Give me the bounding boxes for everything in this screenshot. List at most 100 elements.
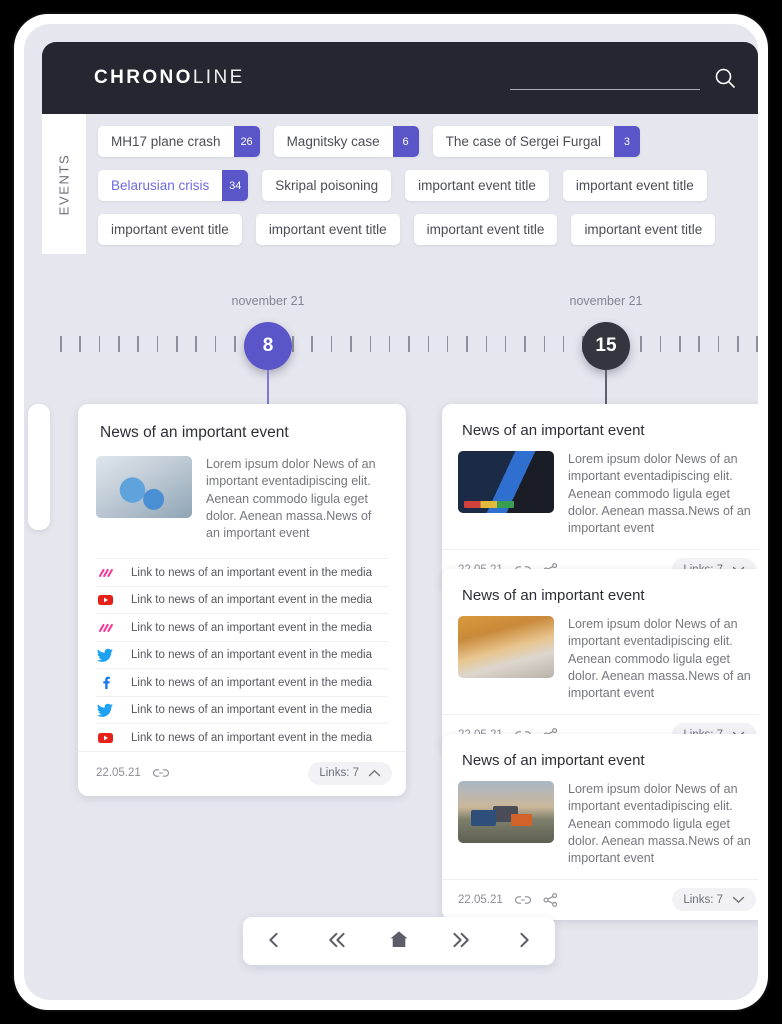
next-button[interactable] (502, 921, 546, 961)
card-thumbnail (458, 781, 554, 843)
event-tag-label: important event title (268, 222, 387, 237)
event-tag[interactable]: important event title (413, 214, 558, 245)
card-description: Lorem ipsum dolor News of an important e… (206, 457, 376, 540)
peek-card-left[interactable] (28, 404, 50, 530)
card-body: Lorem ipsum dolor News of an important e… (442, 451, 758, 549)
search-area (510, 66, 736, 90)
event-tag[interactable]: important event title (255, 214, 400, 245)
youtube-icon (96, 730, 115, 746)
timeline-tick (466, 336, 468, 352)
fast-next-button[interactable] (439, 921, 483, 961)
timeline-tick (79, 336, 81, 352)
media-link-label: Link to news of an important event in th… (131, 594, 373, 606)
event-card[interactable]: News of an important event Lorem ipsum do… (442, 569, 758, 756)
media-link-row[interactable]: Link to news of an important event in th… (96, 613, 388, 641)
timeline-tick (737, 336, 739, 352)
media-link-row[interactable]: Link to news of an important event in th… (96, 640, 388, 669)
timeline-tick (98, 336, 101, 352)
marker-date-label: november 21 (231, 294, 305, 308)
app-logo: CHRONOLINE (94, 67, 245, 89)
home-icon (388, 929, 410, 953)
media-link-label: Link to news of an important event in th… (131, 621, 373, 634)
card-footer: 22.05.21 Links: 7 (442, 879, 758, 920)
youtube-icon (96, 592, 115, 608)
links-toggle-chip[interactable]: Links: 7 (672, 888, 756, 912)
home-button[interactable] (377, 921, 421, 961)
media-links-list: Link to news of an important event in th… (78, 558, 406, 751)
event-tag-label: Skripal poisoning (275, 178, 379, 193)
timeline-tick (446, 336, 449, 352)
card-title: News of an important event (462, 422, 645, 439)
search-input[interactable] (510, 66, 700, 90)
media-link-row[interactable]: Link to news of an important event in th… (96, 668, 388, 696)
timeline-marker[interactable]: 8 (244, 322, 292, 370)
twitter-icon (96, 647, 115, 663)
event-tag[interactable]: important event title (571, 214, 716, 245)
event-tag-count: 6 (392, 126, 419, 157)
event-tag[interactable]: The case of Sergei Furgal 3 (432, 126, 640, 157)
links-count-label: Links: 7 (683, 893, 723, 906)
event-tag[interactable]: important event title (98, 214, 242, 245)
event-tag[interactable]: Belarusian crisis 34 (98, 170, 249, 201)
previous-button[interactable] (252, 921, 296, 961)
link-icon (152, 769, 169, 778)
event-tag-label: important event title (418, 178, 536, 193)
media-link-row[interactable]: Link to news of an important event in th… (96, 695, 388, 724)
links-toggle-chip[interactable]: Links: 7 (308, 761, 392, 785)
card-thumbnail (458, 451, 554, 513)
device-frame: CHRONOLINE EVENTS MH17 plane crash 26 Magn… (14, 14, 768, 1010)
timeline-tick (485, 336, 488, 352)
event-tag[interactable]: Skripal poisoning (262, 170, 392, 201)
event-tag[interactable]: important event title (562, 170, 707, 201)
media-link-label: Link to news of an important event in th… (131, 704, 373, 716)
event-card[interactable]: News of an important event Lorem ipsum do… (442, 734, 758, 921)
timeline-tick (330, 336, 333, 352)
app-screen: CHRONOLINE EVENTS MH17 plane crash 26 Magn… (24, 24, 758, 1000)
media-link-row[interactable]: Link to news of an important event in th… (96, 558, 388, 586)
card-description: Lorem ipsum dolor News of an important e… (568, 782, 751, 865)
event-tag-label: Magnitsky case (286, 134, 380, 149)
media-link-row[interactable]: Link to news of an important event in th… (96, 723, 388, 751)
media-link-label: Link to news of an important event in th… (131, 649, 373, 661)
timeline-tick (60, 336, 62, 352)
share-button[interactable] (543, 892, 558, 907)
card-body: Lorem ipsum dolor News of an important e… (78, 456, 406, 558)
event-tag-label: MH17 plane crash (111, 134, 221, 149)
card-title: News of an important event (462, 587, 645, 604)
card-title: News of an important event (462, 752, 645, 769)
marker-day: 15 (595, 335, 617, 356)
meduza-icon (96, 565, 115, 581)
event-tag[interactable]: important event title (405, 170, 549, 201)
copy-link-button[interactable] (152, 766, 169, 780)
marker-day: 8 (262, 335, 274, 356)
event-tag-label: important event title (111, 222, 229, 237)
event-tag-label: important event title (584, 222, 703, 237)
timeline-marker[interactable]: 15 (582, 322, 630, 370)
timeline-tick (679, 336, 681, 352)
search-icon (715, 68, 735, 88)
event-card[interactable]: News of an important event Lorem ipsum do… (442, 404, 758, 591)
timeline-tick (543, 336, 546, 352)
timeline-tick (195, 336, 197, 352)
event-tag[interactable]: MH17 plane crash 26 (98, 126, 260, 157)
event-tag-label: important event title (426, 222, 545, 237)
double-chevron-left-icon (325, 930, 349, 953)
cards-area: News of an important event Lorem ipsum d… (28, 394, 758, 921)
timeline-tick (214, 336, 217, 352)
timeline-tick (562, 336, 565, 352)
main-event-card[interactable]: News of an important event Lorem ipsum d… (78, 404, 406, 796)
event-tag[interactable]: Magnitsky case 6 (273, 126, 419, 157)
card-footer: 22.05.21 Links: 7 (78, 750, 406, 796)
timeline-tick (524, 336, 526, 352)
chevron-left-icon (264, 930, 284, 953)
event-tag-list: MH17 plane crash 26 Magnitsky case 6 The cas… (98, 126, 750, 245)
media-link-row[interactable]: Link to news of an important event in th… (96, 585, 388, 614)
marker-date-label: november 21 (569, 294, 643, 308)
copy-link-button[interactable] (514, 893, 531, 907)
card-date: 22.05.21 (96, 767, 141, 780)
facebook-icon (96, 675, 115, 691)
search-button[interactable] (714, 67, 736, 89)
events-tab[interactable]: EVENTS (42, 114, 86, 254)
timeline-tick (118, 336, 120, 352)
fast-previous-button[interactable] (315, 921, 359, 961)
